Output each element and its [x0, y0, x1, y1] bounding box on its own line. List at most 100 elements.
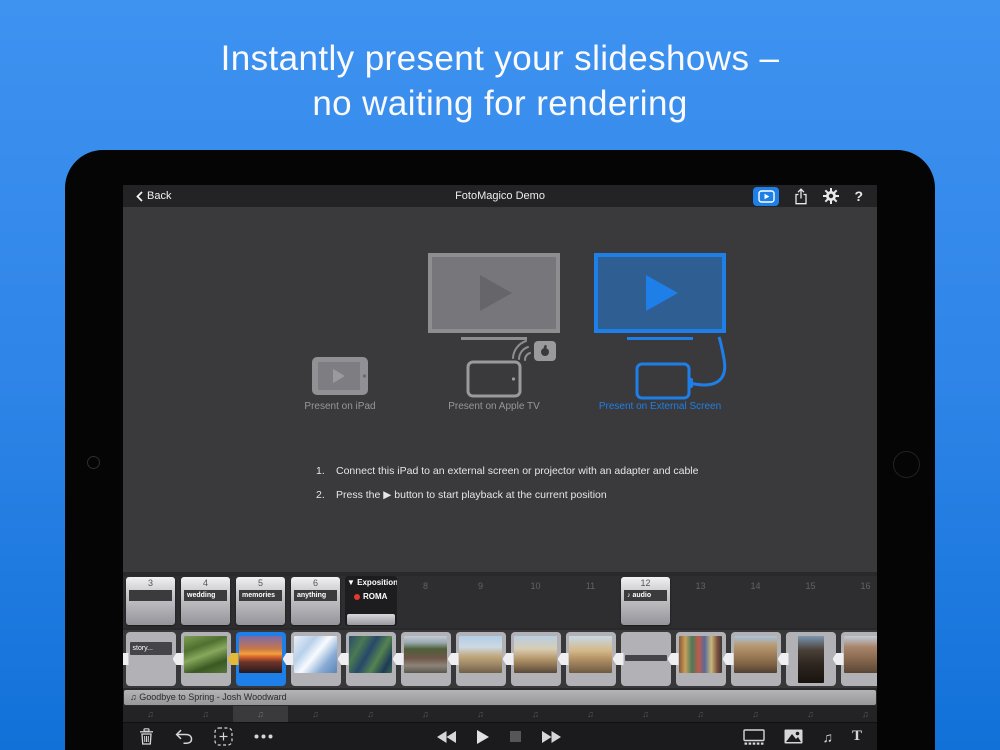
city-square-photo-image — [514, 635, 557, 673]
audio-track[interactable]: ♫ Goodbye to Spring - Josh Woodward — [124, 690, 876, 705]
audio-slot[interactable]: ♫ — [343, 706, 398, 722]
slide-number: 11 — [585, 581, 596, 591]
share-icon[interactable] — [794, 187, 808, 205]
audio-browser-icon[interactable]: ♫ — [822, 730, 833, 744]
present-option-ipad[interactable]: Present on iPad — [280, 253, 400, 412]
transition-icon[interactable] — [123, 653, 129, 665]
ipad-home-button[interactable] — [893, 451, 920, 478]
group-card-footer — [347, 614, 395, 625]
slide-header-6[interactable]: 6 anything — [288, 576, 343, 628]
spanish-steps-photo[interactable] — [563, 630, 618, 688]
timeline-header-row: 3 4 wedding 5 memories 6 anything ▼ Exposition R… — [123, 576, 877, 628]
trash-icon[interactable] — [139, 728, 154, 745]
ipad-camera — [87, 456, 100, 469]
audio-text-slide[interactable] — [618, 630, 673, 688]
slide-thumbnail-card: story... — [125, 632, 176, 686]
spanish-steps-photo-image — [569, 635, 612, 673]
slide-title-bar: memories — [239, 590, 282, 601]
wedding-photo-image — [184, 635, 227, 673]
audio-slot[interactable]: ♫ — [398, 706, 453, 722]
slide-header-card: 6 anything — [291, 577, 340, 625]
text-tool-icon[interactable]: T — [852, 729, 862, 744]
instructions: 1. Connect this iPad to an external scre… — [316, 465, 698, 513]
rewind-icon[interactable] — [437, 730, 456, 743]
piazza-obelisk-photo[interactable] — [453, 630, 508, 688]
slide-header-card: 12 ♪ audio — [621, 577, 670, 625]
slide-number-13[interactable]: 13 — [673, 576, 728, 628]
slide-thumbnail-card — [675, 632, 726, 686]
slide-number-10[interactable]: 10 — [508, 576, 563, 628]
slide-title-bar: ♪ audio — [624, 590, 667, 601]
street-crowd-photo-image — [844, 635, 877, 673]
slide-header-5[interactable]: 5 memories — [233, 576, 288, 628]
slide-group-exposition[interactable]: ▼ Exposition ROMA — [343, 576, 398, 628]
more-options-icon[interactable] — [254, 734, 273, 739]
slide-number: 16 — [860, 581, 871, 591]
app-screen: Back FotoMagico Demo ? Present on iPad P… — [123, 185, 877, 750]
play-icon[interactable] — [477, 729, 489, 744]
audio-slot[interactable]: ♫ — [123, 706, 178, 722]
audio-slot[interactable]: ♫ — [673, 706, 728, 722]
slide-thumbnail-card — [565, 632, 616, 686]
wedding-photo[interactable] — [178, 630, 233, 688]
present-option-external-screen[interactable]: Present on External Screen — [560, 253, 760, 412]
slide-title-bar — [129, 590, 172, 601]
audio-slot[interactable]: ♫ — [563, 706, 618, 722]
navbar-actions: ? — [753, 185, 863, 207]
slide-number: 5 — [257, 578, 263, 588]
slide-header-4[interactable]: 4 wedding — [178, 576, 233, 628]
storyboard-view-icon[interactable] — [743, 728, 766, 745]
help-button[interactable]: ? — [854, 188, 863, 204]
timeline: 3 4 wedding 5 memories 6 anything ▼ Exposition R… — [123, 572, 877, 722]
audio-slot[interactable]: ♫ — [233, 706, 288, 722]
street-crowd-photo[interactable] — [838, 630, 877, 688]
europe-map-photo[interactable] — [343, 630, 398, 688]
media-browser-icon[interactable] — [784, 729, 803, 744]
instruction-step-2: 2. Press the ▶ button to start playback … — [316, 489, 607, 501]
audio-slot[interactable]: ♫ — [288, 706, 343, 722]
undo-icon[interactable] — [175, 729, 193, 744]
slide-number-11[interactable]: 11 — [563, 576, 618, 628]
water-skier-photo[interactable] — [288, 630, 343, 688]
sunset-beach-photo[interactable] — [233, 630, 288, 688]
slide-number-15[interactable]: 15 — [783, 576, 838, 628]
insert-slide-icon[interactable] — [214, 727, 233, 746]
slide-number: 9 — [477, 581, 483, 591]
story-text-slide[interactable]: story... — [123, 630, 178, 688]
slide-thumbnail-card — [785, 632, 836, 686]
slide-number: 13 — [695, 581, 706, 591]
slide-header-12[interactable]: 12 ♪ audio — [618, 576, 673, 628]
slide-number-9[interactable]: 9 — [453, 576, 508, 628]
slide-number-8[interactable]: 8 — [398, 576, 453, 628]
navbar: Back FotoMagico Demo ? — [123, 185, 877, 207]
slide-group-card: ▼ Exposition ROMA — [345, 576, 397, 626]
water-skier-photo-image — [294, 635, 337, 673]
narrow-street-photo[interactable] — [728, 630, 783, 688]
audio-slot[interactable]: ♫ — [178, 706, 233, 722]
audio-icon-row: ♫ ♫ ♫ ♫ ♫ ♫ ♫ ♫ ♫ ♫ ♫ ♫ ♫ ♫ — [123, 706, 877, 722]
city-square-photo[interactable] — [508, 630, 563, 688]
dark-alley-photo[interactable] — [783, 630, 838, 688]
audio-slot[interactable]: ♫ — [508, 706, 563, 722]
settings-gear-icon[interactable] — [823, 188, 840, 204]
slide-header-card: 3 — [126, 577, 175, 625]
stop-icon[interactable] — [510, 731, 521, 742]
roman-street-photo[interactable] — [398, 630, 453, 688]
ipad-frame: Back FotoMagico Demo ? Present on iPad P… — [65, 150, 935, 750]
slide-number: 4 — [202, 578, 208, 588]
slide-number-16[interactable]: 16 — [838, 576, 877, 628]
audio-slot[interactable]: ♫ — [618, 706, 673, 722]
play-screen-icon — [758, 189, 775, 203]
slide-header-3[interactable]: 3 — [123, 576, 178, 628]
fast-forward-icon[interactable] — [542, 730, 561, 743]
audio-slot[interactable]: ♫ — [838, 706, 877, 722]
slide-thumbnail-card — [345, 632, 396, 686]
hero-title-line1: Instantly present your slideshows – — [220, 39, 780, 78]
toolbar-transport-group — [437, 723, 561, 750]
slide-number-14[interactable]: 14 — [728, 576, 783, 628]
scooters-photo[interactable] — [673, 630, 728, 688]
audio-slot[interactable]: ♫ — [728, 706, 783, 722]
audio-slot[interactable]: ♫ — [783, 706, 838, 722]
audio-slot[interactable]: ♫ — [453, 706, 508, 722]
present-play-button[interactable] — [753, 186, 780, 206]
